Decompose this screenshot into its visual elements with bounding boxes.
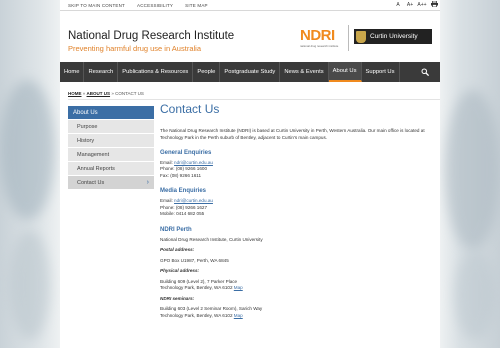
general-enquiries-heading: General Enquiries: [160, 149, 212, 156]
background-blur: [445, 90, 500, 250]
page-container: SKIP TO MAIN CONTENT ACCESSIBILITY SITE …: [60, 0, 440, 348]
media-enquiries-details: Email: ndri@curtin.edu.au Phone: (08) 92…: [160, 198, 435, 218]
email-label: Email:: [160, 198, 175, 204]
sitemap-link[interactable]: SITE MAP: [185, 3, 208, 8]
font-size-controls: A A+ A++: [392, 0, 440, 10]
sidebar-item-annual-reports[interactable]: Annual Reports: [68, 161, 154, 175]
nav-support-us[interactable]: Support Us: [362, 62, 400, 82]
curtin-logo[interactable]: Curtin University: [354, 29, 432, 44]
main-content: Contact Us The National Drug Research In…: [160, 102, 435, 319]
sidebar-item-contact-us[interactable]: Contact Us ›: [68, 175, 154, 189]
breadcrumb-home[interactable]: HOME: [68, 91, 82, 96]
sidebar-item-purpose[interactable]: Purpose: [68, 119, 154, 133]
font-medium-button[interactable]: A+: [404, 2, 416, 8]
search-icon[interactable]: [410, 62, 440, 82]
ndri-logo-tagline: national drug research institute: [300, 44, 339, 48]
physical-address-line2: Technology Park, Bentley, WA 6102 Map: [160, 285, 435, 292]
media-mobile: Mobile: 0414 682 055: [160, 211, 205, 217]
physical-address-text: Technology Park, Bentley, WA 6102: [160, 285, 234, 291]
accessibility-link[interactable]: ACCESSIBILITY: [137, 3, 173, 8]
utility-bar: SKIP TO MAIN CONTENT ACCESSIBILITY SITE …: [60, 0, 440, 10]
breadcrumb: HOME » ABOUT US » CONTACT US: [68, 91, 144, 96]
sidebar: About Us Purpose History Management Annu…: [68, 106, 154, 189]
breadcrumb-separator: »: [82, 91, 86, 96]
site-header: National Drug Research Institute Prevent…: [60, 11, 440, 62]
intro-paragraph: The National Drug Research Institute (ND…: [160, 128, 425, 140]
font-large-button[interactable]: A++: [416, 2, 428, 8]
breadcrumb-current: CONTACT US: [115, 91, 144, 96]
ndri-logo-mark: NDRI: [300, 27, 335, 44]
logo-divider: [348, 25, 349, 51]
site-tagline: Preventing harmful drug use in Australia: [68, 44, 201, 53]
nav-people[interactable]: People: [193, 62, 221, 82]
ndri-perth-heading: NDRI Perth: [160, 226, 192, 233]
background-blur: [10, 230, 50, 340]
breadcrumb-about[interactable]: ABOUT US: [87, 91, 111, 96]
nav-research[interactable]: Research: [84, 62, 119, 82]
seminars-label: NDRI seminars:: [160, 295, 195, 301]
general-email-link[interactable]: ndri@curtin.edu.au: [174, 160, 213, 165]
curtin-crest-icon: [356, 30, 366, 43]
seminars-address-text: Technology Park, Bentley, WA 6102: [160, 312, 234, 318]
nav-home[interactable]: Home: [60, 62, 85, 82]
skip-to-main-link[interactable]: SKIP TO MAIN CONTENT: [68, 3, 125, 8]
background-blur: [0, 80, 55, 220]
nav-about-us[interactable]: About Us: [328, 62, 362, 82]
postal-label: Postal address:: [160, 247, 195, 253]
breadcrumb-separator: »: [111, 91, 114, 96]
sidebar-item-label: Contact Us: [77, 179, 105, 186]
divider: [68, 99, 440, 100]
print-icon[interactable]: [428, 0, 440, 9]
nav-postgraduate[interactable]: Postgraduate Study: [220, 62, 281, 82]
nav-news-events[interactable]: News & Events: [280, 62, 329, 82]
media-email-link[interactable]: ndri@curtin.edu.au: [174, 198, 213, 203]
email-label: Email:: [160, 159, 175, 165]
font-small-button[interactable]: A: [392, 2, 404, 8]
postal-address: GPO Box U1987, Perth, WA 6845: [160, 257, 229, 263]
page-title: Contact Us: [160, 102, 220, 116]
curtin-logo-text: Curtin University: [370, 33, 418, 40]
sidebar-item-management[interactable]: Management: [68, 147, 154, 161]
physical-map-link[interactable]: Map: [234, 285, 243, 290]
site-title[interactable]: National Drug Research Institute: [68, 30, 234, 42]
general-enquiries-details: Email: ndri@curtin.edu.au Phone: (08) 92…: [160, 160, 435, 180]
media-enquiries-heading: Media Enquiries: [160, 188, 207, 195]
perth-org: National Drug Research Institute, Curtin…: [160, 236, 263, 242]
chevron-right-icon: ›: [146, 179, 149, 186]
ndri-perth-details: National Drug Research Institute, Curtin…: [160, 237, 435, 320]
general-fax: Fax: (08) 9266 1611: [160, 172, 202, 178]
seminars-map-link[interactable]: Map: [234, 313, 243, 318]
sidebar-heading[interactable]: About Us: [68, 106, 154, 119]
main-nav: Home Research Publications & Resources P…: [60, 62, 440, 82]
nav-publications[interactable]: Publications & Resources: [118, 62, 194, 82]
ndri-logo[interactable]: NDRI national drug research institute: [300, 28, 348, 50]
background-blur: [455, 250, 495, 340]
physical-label: Physical address:: [160, 268, 200, 274]
seminars-address-line2: Technology Park, Bentley, WA 6102 Map: [160, 313, 435, 320]
sidebar-item-history[interactable]: History: [68, 133, 154, 147]
